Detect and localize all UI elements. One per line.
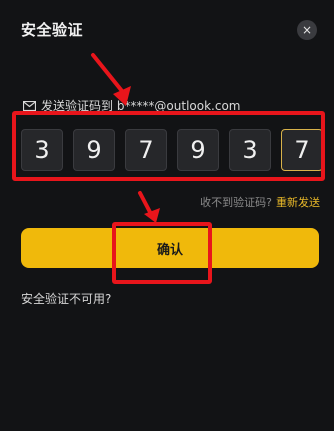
annotation-arrowhead-2 bbox=[144, 208, 160, 223]
annotation-arrow-2 bbox=[138, 191, 153, 216]
annotation-arrows bbox=[91, 53, 160, 223]
annotation-arrow-1 bbox=[91, 53, 128, 98]
